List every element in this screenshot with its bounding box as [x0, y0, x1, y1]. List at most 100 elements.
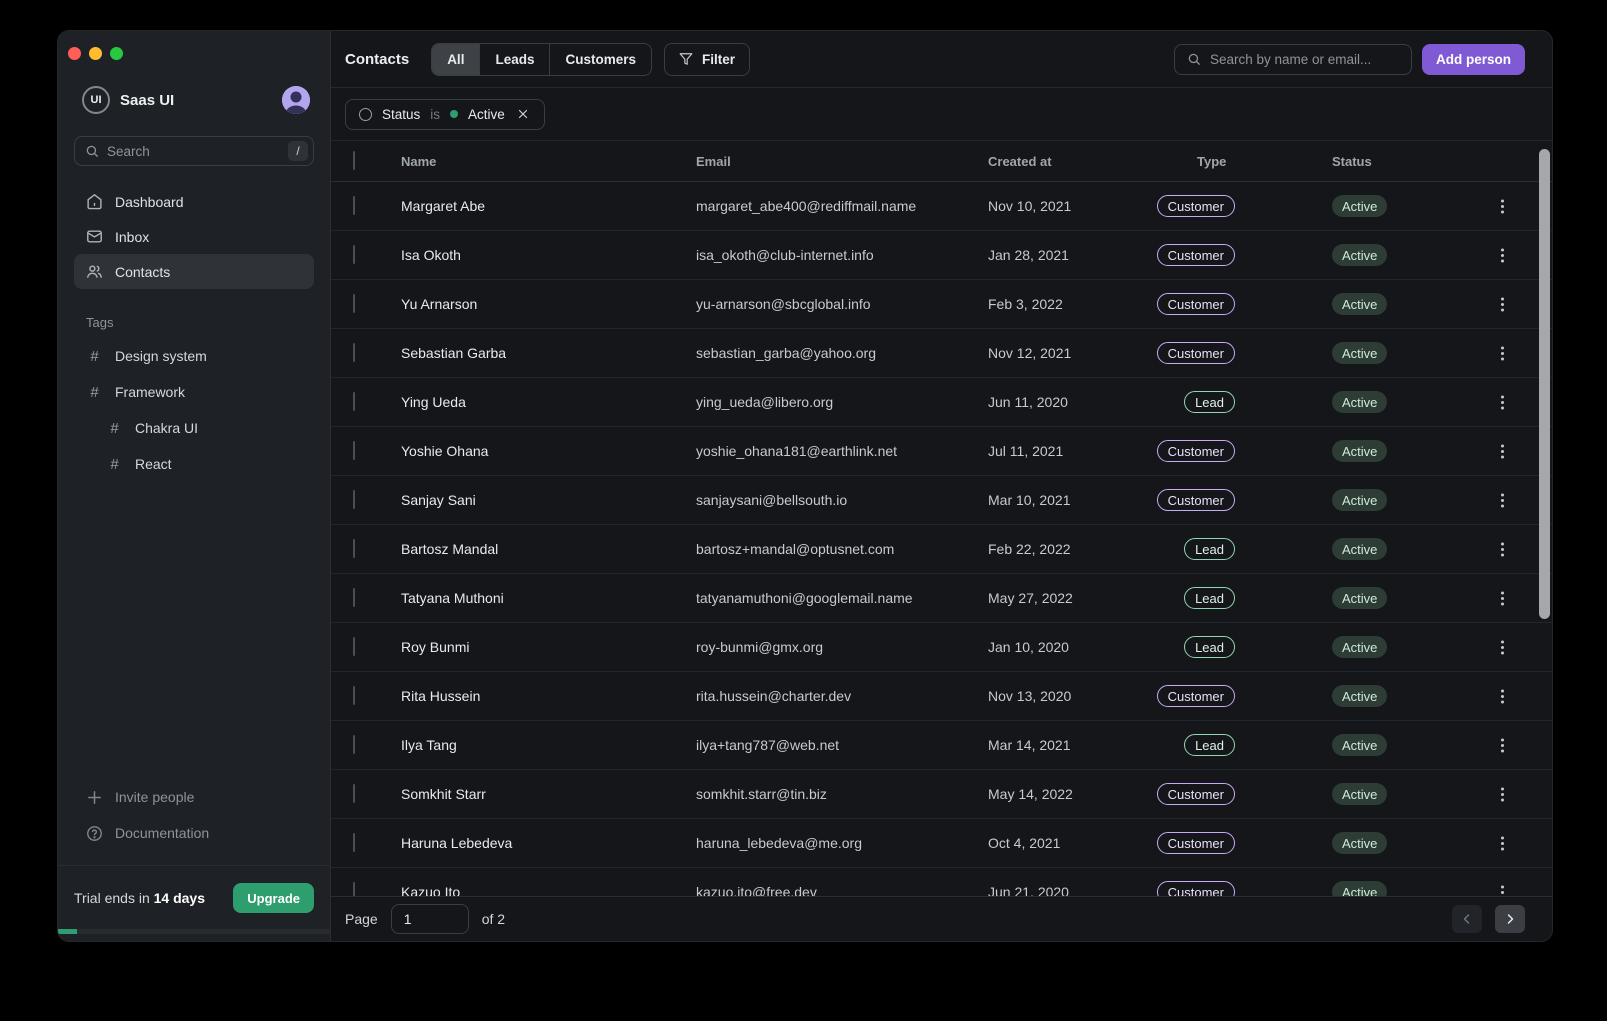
- type-badge: Customer: [1157, 832, 1235, 854]
- help-icon: [86, 825, 103, 842]
- contact-email: sebastian_garba@yahoo.org: [696, 345, 988, 361]
- sidebar-nav-label: Dashboard: [115, 194, 184, 210]
- row-menu-button[interactable]: [1490, 880, 1514, 896]
- column-header-status[interactable]: Status: [1317, 154, 1482, 169]
- row-checkbox[interactable]: [353, 833, 355, 852]
- sidebar-link-documentation[interactable]: Documentation: [74, 815, 314, 851]
- row-checkbox[interactable]: [353, 539, 355, 558]
- row-menu-button[interactable]: [1490, 292, 1514, 316]
- segment-customers[interactable]: Customers: [550, 44, 651, 75]
- column-header-email[interactable]: Email: [696, 154, 988, 169]
- row-checkbox[interactable]: [353, 784, 355, 803]
- contact-email: kazuo.ito@free.dev: [696, 884, 988, 896]
- row-menu-button[interactable]: [1490, 831, 1514, 855]
- sidebar-item-inbox[interactable]: Inbox: [74, 219, 314, 254]
- row-menu-button[interactable]: [1490, 439, 1514, 463]
- status-badge: Active: [1332, 587, 1387, 609]
- row-checkbox[interactable]: [353, 392, 355, 411]
- add-person-button[interactable]: Add person: [1422, 44, 1525, 75]
- sidebar-item-dashboard[interactable]: Dashboard: [74, 184, 314, 219]
- row-checkbox[interactable]: [353, 686, 355, 705]
- row-menu-button[interactable]: [1490, 733, 1514, 757]
- contact-email: margaret_abe400@rediffmail.name: [696, 198, 988, 214]
- status-badge: Active: [1332, 195, 1387, 217]
- row-menu-button[interactable]: [1490, 194, 1514, 218]
- row-menu-button[interactable]: [1490, 390, 1514, 414]
- row-checkbox[interactable]: [353, 343, 355, 362]
- status-badge: Active: [1332, 342, 1387, 364]
- row-checkbox[interactable]: [353, 882, 355, 896]
- minimize-window-button[interactable]: [89, 47, 102, 60]
- table-row[interactable]: Yoshie Ohana yoshie_ohana181@earthlink.n…: [331, 427, 1552, 476]
- row-checkbox[interactable]: [353, 637, 355, 656]
- row-checkbox[interactable]: [353, 735, 355, 754]
- row-checkbox[interactable]: [353, 490, 355, 509]
- row-menu-button[interactable]: [1490, 537, 1514, 561]
- table-row[interactable]: Roy Bunmi roy-bunmi@gmx.org Jan 10, 2020…: [331, 623, 1552, 672]
- zoom-window-button[interactable]: [110, 47, 123, 60]
- row-menu-button[interactable]: [1490, 488, 1514, 512]
- column-header-name[interactable]: Name: [401, 154, 696, 169]
- table-row[interactable]: Ilya Tang ilya+tang787@web.net Mar 14, 2…: [331, 721, 1552, 770]
- table-row[interactable]: Margaret Abe margaret_abe400@rediffmail.…: [331, 182, 1552, 231]
- sidebar-search[interactable]: /: [74, 136, 314, 166]
- table-row[interactable]: Somkhit Starr somkhit.starr@tin.biz May …: [331, 770, 1552, 819]
- row-menu-button[interactable]: [1490, 243, 1514, 267]
- previous-page-button[interactable]: [1452, 905, 1482, 933]
- sidebar-tag-chakra-ui[interactable]: # Chakra UI: [74, 410, 314, 446]
- table-row[interactable]: Sebastian Garba sebastian_garba@yahoo.or…: [331, 329, 1552, 378]
- status-badge: Active: [1332, 636, 1387, 658]
- row-menu-button[interactable]: [1490, 586, 1514, 610]
- row-menu-button[interactable]: [1490, 782, 1514, 806]
- table-row[interactable]: Tatyana Muthoni tatyanamuthoni@googlemai…: [331, 574, 1552, 623]
- segment-leads[interactable]: Leads: [480, 44, 550, 75]
- trial-text: Trial ends in 14 days: [74, 890, 205, 906]
- row-menu-button[interactable]: [1490, 635, 1514, 659]
- table-row[interactable]: Ying Ueda ying_ueda@libero.org Jun 11, 2…: [331, 378, 1552, 427]
- contacts-search-input[interactable]: [1210, 52, 1399, 67]
- row-checkbox[interactable]: [353, 196, 355, 215]
- contacts-search[interactable]: [1174, 44, 1412, 75]
- remove-filter-button[interactable]: [515, 106, 531, 122]
- contact-name: Somkhit Starr: [401, 786, 696, 802]
- column-header-created-at[interactable]: Created at: [988, 154, 1197, 169]
- contact-name: Kazuo Ito: [401, 884, 696, 896]
- sidebar-tag-design-system[interactable]: # Design system: [74, 338, 314, 374]
- sidebar-link-invite-people[interactable]: Invite people: [74, 779, 314, 815]
- sidebar-search-input[interactable]: [107, 144, 280, 159]
- close-window-button[interactable]: [68, 47, 81, 60]
- row-checkbox[interactable]: [353, 441, 355, 460]
- page-number-input[interactable]: [391, 904, 469, 934]
- sidebar-item-contacts[interactable]: Contacts: [74, 254, 314, 289]
- table-scrollbar-thumb[interactable]: [1539, 149, 1550, 619]
- next-page-button[interactable]: [1495, 905, 1525, 933]
- contact-created-at: Feb 22, 2022: [988, 541, 1197, 557]
- type-badge: Customer: [1157, 342, 1235, 364]
- table-row[interactable]: Isa Okoth isa_okoth@club-internet.info J…: [331, 231, 1552, 280]
- segment-all[interactable]: All: [432, 44, 480, 75]
- column-header-type[interactable]: Type: [1197, 154, 1317, 169]
- table-row[interactable]: Sanjay Sani sanjaysani@bellsouth.io Mar …: [331, 476, 1552, 525]
- plus-icon: [86, 789, 103, 806]
- select-all-checkbox[interactable]: [353, 151, 355, 170]
- table-row[interactable]: Bartosz Mandal bartosz+mandal@optusnet.c…: [331, 525, 1552, 574]
- type-badge: Lead: [1184, 587, 1235, 609]
- contact-email: tatyanamuthoni@googlemail.name: [696, 590, 988, 606]
- kebab-icon: [1501, 744, 1504, 747]
- row-menu-button[interactable]: [1490, 341, 1514, 365]
- row-checkbox[interactable]: [353, 294, 355, 313]
- filter-button[interactable]: Filter: [664, 43, 750, 76]
- status-filter-chip[interactable]: Status is Active: [345, 99, 545, 130]
- user-avatar[interactable]: [282, 86, 310, 114]
- row-checkbox[interactable]: [353, 588, 355, 607]
- sidebar-tag-label: Chakra UI: [135, 420, 198, 436]
- table-row[interactable]: Kazuo Ito kazuo.ito@free.dev Jun 21, 202…: [331, 868, 1552, 896]
- table-row[interactable]: Yu Arnarson yu-arnarson@sbcglobal.info F…: [331, 280, 1552, 329]
- upgrade-button[interactable]: Upgrade: [233, 883, 314, 913]
- table-row[interactable]: Haruna Lebedeva haruna_lebedeva@me.org O…: [331, 819, 1552, 868]
- row-checkbox[interactable]: [353, 245, 355, 264]
- row-menu-button[interactable]: [1490, 684, 1514, 708]
- sidebar-tag-framework[interactable]: # Framework: [74, 374, 314, 410]
- table-row[interactable]: Rita Hussein rita.hussein@charter.dev No…: [331, 672, 1552, 721]
- sidebar-tag-react[interactable]: # React: [74, 446, 314, 482]
